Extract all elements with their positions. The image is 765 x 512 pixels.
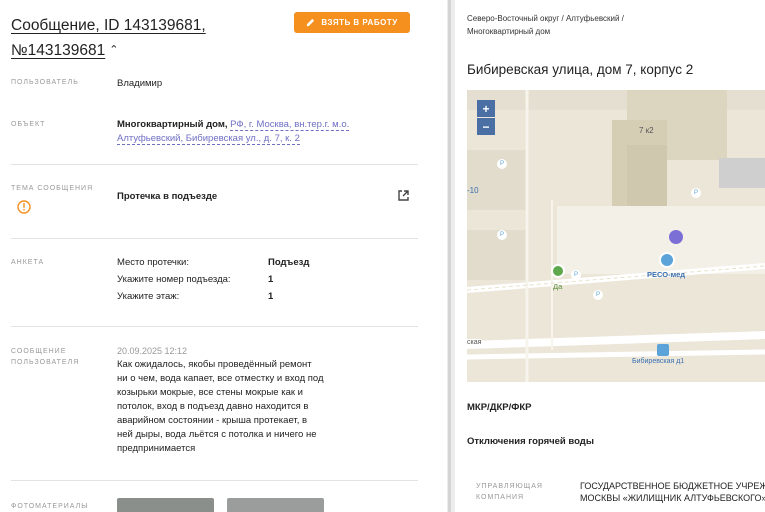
photos-label: ФОТОМАТЕРИАЛЫ — [11, 503, 89, 510]
object-address-link-1[interactable]: РФ, г. Москва, вн.тер.г. м.о. — [230, 119, 350, 131]
parking-icon: P — [497, 159, 507, 169]
title-number: №143139681 — [11, 42, 106, 59]
object-panel: Северо-Восточный округ / Алтуфьевский / … — [455, 0, 765, 512]
panel-splitter[interactable] — [447, 0, 455, 512]
map-street-left-label: ская — [467, 339, 482, 346]
external-link-icon[interactable] — [397, 189, 410, 202]
breadcrumb-line2[interactable]: Многоквартирный дом — [467, 27, 550, 36]
object-address-link-2[interactable]: Алтуфьевский, Бибиревская ул., д. 7, к. … — [117, 133, 300, 145]
photo-thumbnail[interactable] — [227, 498, 324, 512]
message-line: предпринимается — [117, 443, 196, 454]
take-to-work-button[interactable]: ВЗЯТЬ В РАБОТУ — [294, 12, 410, 33]
zoom-out-button[interactable]: − — [477, 118, 495, 135]
shop-poi-icon[interactable] — [551, 264, 565, 278]
zoom-in-button[interactable]: + — [477, 100, 495, 117]
message-line: ни о чем, вода капает, все отместку и вх… — [117, 373, 324, 384]
map-building-label: 7 к2 — [639, 126, 654, 135]
company-label: УПРАВЛЯЮЩАЯ КОМПАНИЯ — [476, 481, 543, 503]
company-line1: ГОСУДАРСТВЕННОЕ БЮДЖЕТНОЕ УЧРЕЖДЕНИЕ ГОР… — [580, 481, 765, 491]
breadcrumb: Северо-Восточный округ / Алтуфьевский / … — [467, 12, 757, 38]
title-id: ID 143139681, — [103, 17, 206, 34]
company-label-line1: УПРАВЛЯЮЩАЯ — [476, 483, 543, 490]
user-message-body: 20.09.2025 12:12 Как ожидалось, якобы пр… — [117, 344, 357, 456]
survey-q-1: Укажите номер подъезда: — [117, 274, 231, 285]
bus-stop-icon[interactable] — [657, 344, 669, 356]
poi-reso-label: РЕСО-мед — [647, 270, 686, 279]
divider — [11, 164, 418, 165]
topic-value: Протечка в подъезде — [117, 191, 218, 202]
warning-icon — [17, 200, 31, 214]
pencil-icon — [307, 18, 315, 27]
message-line: козырьки мокрые, все стены мокрые как и — [117, 387, 303, 398]
message-panel: Сообщение, ID 143139681, №143139681 ⌃ ВЗЯ… — [0, 0, 447, 512]
object-marker-icon[interactable] — [669, 230, 683, 244]
parking-icon: P — [691, 188, 701, 198]
medical-poi-icon[interactable] — [659, 252, 675, 268]
company-value: ГОСУДАРСТВЕННОЕ БЮДЖЕТНОЕ УЧРЕЖДЕНИЕ ГОР… — [580, 480, 765, 504]
map-street-label: Бибиревская д1 — [632, 358, 685, 365]
topic-label: ТЕМА СООБЩЕНИЯ — [11, 185, 94, 192]
map-canvas — [467, 90, 765, 382]
mkr-title: МКР/ДКР/ФКР — [467, 402, 532, 413]
poi-left-label: Да — [553, 282, 563, 291]
survey-q-2: Укажите этаж: — [117, 291, 180, 302]
map[interactable]: + − 7 к2 -10 РЕСО-мед Да Бибиревская д1 … — [467, 90, 765, 382]
take-to-work-label: ВЗЯТЬ В РАБОТУ — [321, 18, 398, 27]
company-line2: МОСКВЫ «ЖИЛИЩНИК АЛТУФЬЕВСКОГО» — [580, 493, 765, 503]
breadcrumb-line1[interactable]: Северо-Восточный округ / Алтуфьевский / — [467, 14, 624, 23]
object-label: ОБЪЕКТ — [11, 121, 46, 128]
survey-q-0: Место протечки: — [117, 257, 189, 268]
message-date: 20.09.2025 12:12 — [117, 346, 188, 356]
title-prefix: Сообщение, — [11, 17, 104, 34]
object-address-title: Бибиревская улица, дом 7, корпус 2 — [467, 62, 694, 77]
parking-icon: P — [497, 230, 507, 240]
map-number-label: -10 — [467, 186, 479, 195]
user-message-label: СООБЩЕНИЕ ПОЛЬЗОВАТЕЛЯ — [11, 346, 79, 368]
user-message-label-line2: ПОЛЬЗОВАТЕЛЯ — [11, 359, 80, 366]
message-line: аварийном состоянии - крыша протекает, в — [117, 415, 308, 426]
message-line: Как ожидалось, якобы проведённый ремонт — [117, 359, 312, 370]
splitter-grip[interactable] — [448, 0, 451, 512]
object-value: Многоквартирный дом, РФ, г. Москва, вн.т… — [117, 118, 417, 146]
object-type: Многоквартирный дом, — [117, 119, 228, 130]
page-title: Сообщение, ID 143139681, №143139681 ⌃ — [11, 14, 281, 63]
message-line: ней дыры, вода льётся с потолка и ничего… — [117, 429, 317, 440]
company-label-line2: КОМПАНИЯ — [476, 494, 525, 501]
user-label: ПОЛЬЗОВАТЕЛЬ — [11, 79, 79, 86]
survey-label: АНКЕТА — [11, 259, 45, 266]
photo-thumbnail[interactable] — [117, 498, 214, 512]
divider — [11, 326, 418, 327]
hot-water-title: Отключения горячей воды — [467, 436, 594, 447]
user-value: Владимир — [117, 78, 163, 89]
message-line: потолок, вход в подъезд давно находится … — [117, 401, 309, 412]
chevron-up-icon[interactable]: ⌃ — [109, 38, 118, 62]
survey-a-0: Подъезд — [268, 257, 310, 268]
divider — [11, 238, 418, 239]
divider — [11, 480, 418, 481]
zoom-controls: + − — [477, 100, 495, 135]
user-message-label-line1: СООБЩЕНИЕ — [11, 348, 67, 355]
parking-icon: P — [593, 290, 603, 300]
parking-icon: P — [571, 270, 581, 280]
survey-a-1: 1 — [268, 274, 274, 285]
survey-a-2: 1 — [268, 291, 274, 302]
